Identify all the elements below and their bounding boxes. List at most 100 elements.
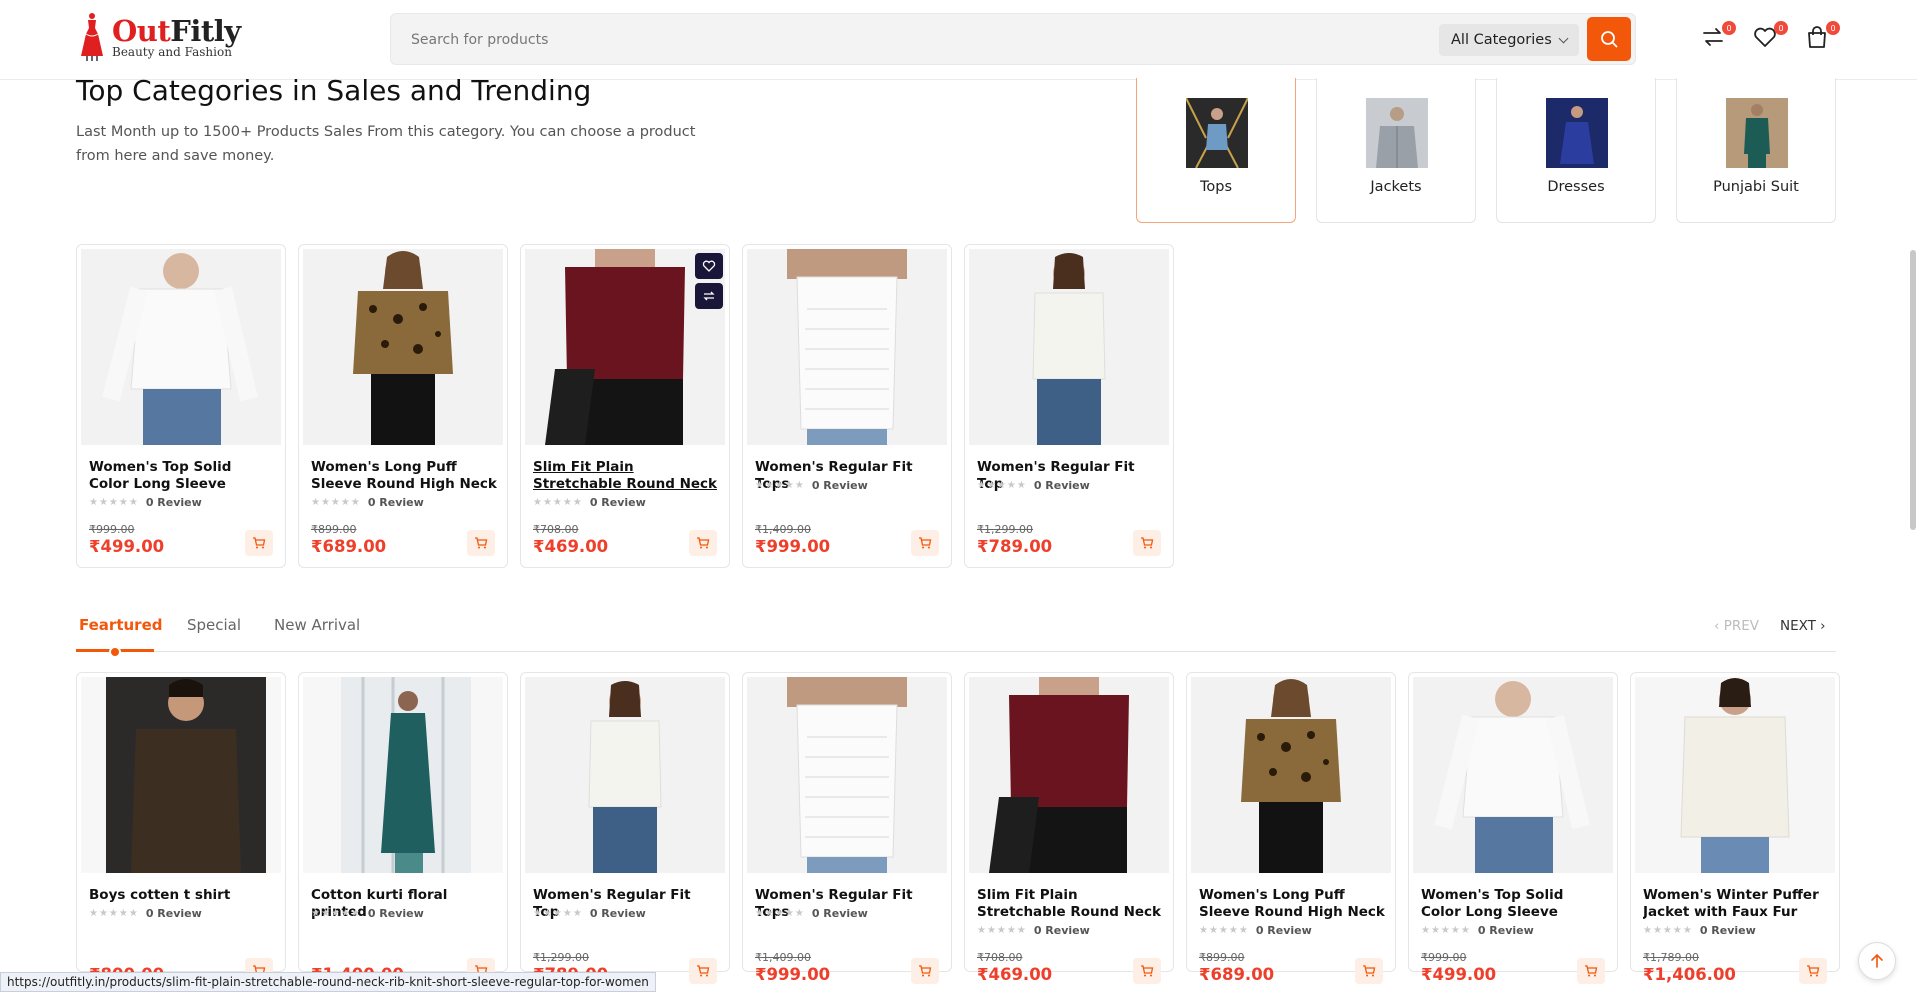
product-name[interactable]: Slim Fit Plain Stretchable Round Neck Ri… xyxy=(977,887,1163,921)
add-to-cart-button[interactable] xyxy=(911,530,939,556)
add-to-cart-button[interactable] xyxy=(1355,958,1383,984)
product-price: ₹999.00 xyxy=(755,965,831,984)
add-to-cart-button[interactable] xyxy=(467,530,495,556)
product-card[interactable]: Women's Top Solid Color Long Sleeve Ribb… xyxy=(76,244,286,568)
product-rating: ★★★★★ 0 Review xyxy=(1643,924,1756,937)
add-to-cart-button[interactable] xyxy=(245,530,273,556)
product-card[interactable]: Women's Winter Puffer Jacket with Faux F… xyxy=(1630,672,1840,984)
product-card[interactable]: Women's Regular Fit Top ★★★★★ 0 Review ₹1… xyxy=(964,244,1174,568)
product-rating: ★★★★★ 0 Review xyxy=(311,907,424,920)
cart-count-badge: 0 xyxy=(1826,21,1840,35)
product-price: ₹999.00 xyxy=(755,537,831,556)
product-card[interactable]: Women's Long Puff Sleeve Round High Neck… xyxy=(298,244,508,568)
next-button[interactable]: NEXT › xyxy=(1780,618,1826,634)
category-thumbnail xyxy=(1546,98,1608,168)
product-old-price: ₹708.00 xyxy=(977,951,1023,964)
dress-logo-icon xyxy=(76,12,108,62)
product-card[interactable]: Women's Regular Fit Tops ★★★★★ 0 Review ₹… xyxy=(742,672,952,984)
cart-icon xyxy=(919,965,932,977)
trending-section-title: Top Categories in Sales and Trending xyxy=(76,74,592,107)
product-card[interactable]: Cotton kurti floral printed ★★★★★ 0 Revie… xyxy=(298,672,508,984)
product-card[interactable]: Women's Regular Fit Tops ★★★★★ 0 Review ₹… xyxy=(742,244,952,568)
product-card[interactable]: Slim Fit Plain Stretchable Round Neck Ri… xyxy=(520,244,730,568)
product-image xyxy=(1191,677,1391,873)
product-card[interactable]: Women's Top Solid Color Long Sleeve Ribb… xyxy=(1408,672,1618,984)
add-to-wishlist-button[interactable] xyxy=(695,253,723,279)
cart-icon xyxy=(697,965,710,977)
product-image xyxy=(81,249,281,445)
star-rating-icon: ★★★★★ xyxy=(1199,925,1249,936)
tab-new-arrival[interactable]: New Arrival xyxy=(274,616,360,634)
product-old-price: ₹999.00 xyxy=(89,523,135,536)
add-to-cart-button[interactable] xyxy=(1577,958,1605,984)
product-rating: ★★★★★ 0 Review xyxy=(533,496,646,509)
product-image xyxy=(525,677,725,873)
product-name[interactable]: Women's Top Solid Color Long Sleeve Ribb… xyxy=(1421,887,1607,921)
product-old-price: ₹1,299.00 xyxy=(533,951,589,964)
product-image xyxy=(747,677,947,873)
product-name[interactable]: Women's Long Puff Sleeve Round High Neck… xyxy=(311,459,497,493)
product-image xyxy=(525,249,725,445)
wishlist-button[interactable]: 0 xyxy=(1752,21,1788,54)
star-rating-icon: ★★★★★ xyxy=(311,497,361,508)
category-name: Tops xyxy=(1199,179,1233,195)
add-to-cart-button[interactable] xyxy=(1133,530,1161,556)
product-card[interactable]: Women's Long Puff Sleeve Round High Neck… xyxy=(1186,672,1396,984)
product-rating: ★★★★★ 0 Review xyxy=(977,924,1090,937)
star-rating-icon: ★★★★★ xyxy=(755,480,805,491)
star-rating-icon: ★★★★★ xyxy=(977,480,1027,491)
search-input[interactable] xyxy=(411,27,1311,53)
tab-special[interactable]: Special xyxy=(187,616,241,634)
product-name[interactable]: Boys cotten t shirt xyxy=(89,887,275,904)
add-to-cart-button[interactable] xyxy=(911,958,939,984)
product-card[interactable]: Boys cotten t shirt ★★★★★0 Review ₹800.0… xyxy=(76,672,286,984)
tab-featured[interactable]: Feartured xyxy=(79,616,163,634)
search-bar: All Categories xyxy=(390,13,1636,65)
scroll-to-top-button[interactable] xyxy=(1858,942,1896,980)
trending-section-description: Last Month up to 1500+ Products Sales Fr… xyxy=(76,124,696,164)
add-to-compare-button[interactable] xyxy=(695,283,723,309)
product-image xyxy=(1413,677,1613,873)
product-price: ₹469.00 xyxy=(533,537,609,556)
site-header: OutFitly Beauty and Fashion All Categori… xyxy=(0,0,1917,80)
product-name[interactable]: Women's Winter Puffer Jacket with Faux F… xyxy=(1643,887,1829,921)
compare-button[interactable]: 0 xyxy=(1700,21,1736,54)
product-image xyxy=(81,677,281,873)
category-tab-punjabi-suit[interactable]: Punjabi Suit xyxy=(1676,78,1836,223)
category-select[interactable]: All Categories xyxy=(1439,24,1579,56)
outfitly-logo[interactable]: OutFitly Beauty and Fashion xyxy=(76,11,246,63)
product-card[interactable]: Slim Fit Plain Stretchable Round Neck Ri… xyxy=(964,672,1174,984)
prev-button[interactable]: ‹ PREV xyxy=(1714,618,1759,634)
star-rating-icon: ★★★★★ xyxy=(89,908,139,919)
product-name[interactable]: Slim Fit Plain Stretchable Round Neck Ri… xyxy=(533,459,719,493)
add-to-cart-button[interactable] xyxy=(1133,958,1161,984)
product-price: ₹689.00 xyxy=(1199,965,1275,984)
cart-icon xyxy=(253,537,266,549)
cart-icon xyxy=(1807,965,1820,977)
add-to-cart-button[interactable] xyxy=(689,530,717,556)
cart-icon xyxy=(1141,965,1154,977)
product-old-price: ₹1,299.00 xyxy=(977,523,1033,536)
product-price: ₹689.00 xyxy=(311,537,387,556)
product-name[interactable]: Women's Long Puff Sleeve Round High Neck… xyxy=(1199,887,1385,921)
add-to-cart-button[interactable] xyxy=(689,958,717,984)
add-to-cart-button[interactable] xyxy=(1799,958,1827,984)
category-tab-dresses[interactable]: Dresses xyxy=(1496,78,1656,223)
category-select-value: All Categories xyxy=(1451,32,1552,48)
product-image xyxy=(969,249,1169,445)
cart-button[interactable]: 0 xyxy=(1804,21,1840,54)
search-button[interactable] xyxy=(1587,17,1631,61)
product-price: ₹789.00 xyxy=(977,537,1053,556)
product-name[interactable]: Women's Top Solid Color Long Sleeve Ribb… xyxy=(89,459,275,493)
category-name: Dresses xyxy=(1547,179,1605,195)
browser-status-url: https://outfitly.in/products/slim-fit-pl… xyxy=(0,972,656,992)
cart-icon xyxy=(1141,537,1154,549)
star-rating-icon: ★★★★★ xyxy=(89,497,139,508)
wishlist-count-badge: 0 xyxy=(1774,21,1788,35)
star-rating-icon: ★★★★★ xyxy=(1643,925,1693,936)
category-tab-tops[interactable]: Tops xyxy=(1136,78,1296,223)
category-tab-jackets[interactable]: Jackets xyxy=(1316,78,1476,223)
product-card[interactable]: Women's Regular Fit Top ★★★★★ 0 Review ₹1… xyxy=(520,672,730,984)
product-price: ₹469.00 xyxy=(977,965,1053,984)
page-scrollbar[interactable] xyxy=(1910,250,1916,530)
